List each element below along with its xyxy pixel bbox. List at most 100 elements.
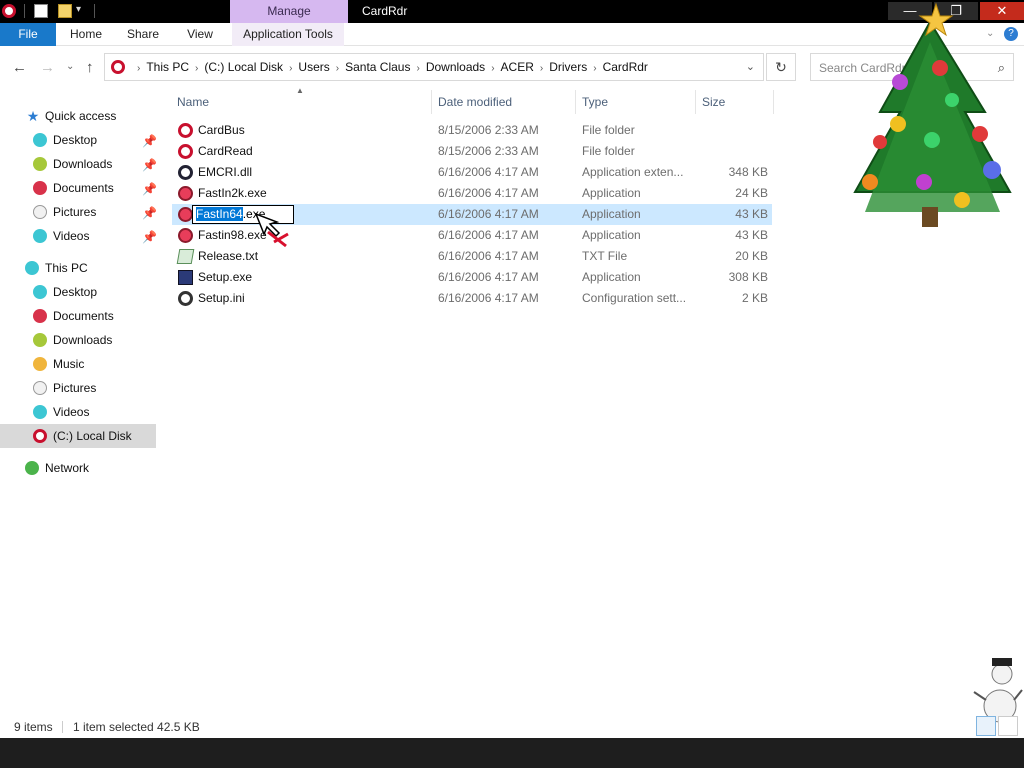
nav-label: Desktop xyxy=(53,133,98,147)
customize-toolbar-chevron-icon[interactable]: ▾ xyxy=(76,4,81,15)
file-type: Application xyxy=(582,270,641,284)
file-row[interactable]: CardBus 8/15/2006 2:33 AM File folder xyxy=(172,120,772,141)
network-ornament-icon xyxy=(25,461,39,475)
tab-view[interactable]: View xyxy=(176,23,224,46)
file-size: 24 KB xyxy=(735,186,768,200)
tab-file[interactable]: File xyxy=(0,23,56,46)
address-dropdown-chevron-icon[interactable]: ⌄ xyxy=(746,60,755,73)
file-name: CardBus xyxy=(198,123,245,137)
breadcrumb-users[interactable]: Users xyxy=(298,60,329,74)
tab-application-tools[interactable]: Application Tools xyxy=(232,23,344,46)
address-bar[interactable]: › This PC › (C:) Local Disk › Users › Santa Cla… xyxy=(104,53,764,81)
breadcrumb-cardrdr[interactable]: CardRdr xyxy=(603,60,648,74)
file-type: File folder xyxy=(582,144,635,158)
app-icon[interactable] xyxy=(2,4,16,18)
christmas-tree-icon xyxy=(853,2,1012,227)
pin-icon[interactable]: 📌 xyxy=(142,182,157,196)
column-divider[interactable] xyxy=(773,90,774,114)
nav-label: Music xyxy=(53,357,85,371)
downloads-ornament-icon xyxy=(33,333,47,347)
folder-ornament-icon xyxy=(178,144,193,159)
nav-label: Downloads xyxy=(53,333,113,347)
nav-label: Pictures xyxy=(53,381,97,395)
desktop-ornament-icon xyxy=(33,133,47,147)
breadcrumb-drivers[interactable]: Drivers xyxy=(549,60,587,74)
column-size[interactable]: Size xyxy=(702,88,725,116)
star-icon: ★ xyxy=(26,108,40,124)
file-name: EMCRI.dll xyxy=(198,165,253,179)
breadcrumb-separator-icon[interactable]: › xyxy=(416,63,419,74)
nav-label: Documents xyxy=(53,181,114,195)
file-type: File folder xyxy=(582,123,635,137)
file-row[interactable]: FastIn2k.exe 6/16/2006 4:17 AM Application… xyxy=(172,183,772,204)
recent-locations-chevron-icon[interactable]: ⌄ xyxy=(66,61,74,72)
column-name[interactable]: Name xyxy=(177,88,209,116)
pin-icon[interactable]: 📌 xyxy=(142,134,157,148)
application-ornament-icon xyxy=(178,228,193,243)
file-name: Setup.ini xyxy=(198,291,245,305)
local-disk-ornament-icon xyxy=(33,429,47,443)
file-date-modified: 6/16/2006 4:17 AM xyxy=(438,186,539,200)
breadcrumb-separator-icon[interactable]: › xyxy=(491,63,494,74)
file-row[interactable]: Setup.exe 6/16/2006 4:17 AM Application 308… xyxy=(172,267,772,288)
back-arrow-icon[interactable]: ← xyxy=(12,59,27,76)
documents-ornament-icon xyxy=(33,181,47,195)
window-title: CardRdr xyxy=(362,4,408,18)
quick-access-divider xyxy=(24,4,25,18)
column-divider[interactable] xyxy=(431,90,432,114)
properties-icon[interactable] xyxy=(34,4,48,18)
breadcrumb-downloads[interactable]: Downloads xyxy=(426,60,485,74)
breadcrumb-separator-icon[interactable]: › xyxy=(593,63,596,74)
file-date-modified: 8/15/2006 2:33 AM xyxy=(438,144,539,158)
breadcrumb-this-pc[interactable]: This PC xyxy=(146,60,189,74)
file-size: 43 KB xyxy=(735,207,768,221)
breadcrumb-separator-icon[interactable]: › xyxy=(195,63,198,74)
breadcrumb-separator-icon[interactable]: › xyxy=(137,63,140,74)
file-date-modified: 6/16/2006 4:17 AM xyxy=(438,249,539,263)
tab-share[interactable]: Share xyxy=(118,23,168,46)
file-date-modified: 6/16/2006 4:17 AM xyxy=(438,270,539,284)
file-date-modified: 6/16/2006 4:17 AM xyxy=(438,165,539,179)
desktop-ornament-icon xyxy=(33,285,47,299)
nav-label: Videos xyxy=(53,229,90,243)
file-date-modified: 6/16/2006 4:17 AM xyxy=(438,207,539,221)
nav-pc-local-disk[interactable]: (C:) Local Disk xyxy=(0,424,156,448)
application-ornament-icon xyxy=(178,186,193,201)
file-type: Application exten... xyxy=(582,165,684,179)
navigation-pane: ★ Quick access Desktop 📌 Downloads 📌 Doc… xyxy=(0,92,160,712)
breadcrumb: › This PC › (C:) Local Disk › Users › Santa Cla… xyxy=(131,54,648,80)
file-row[interactable]: Setup.ini 6/16/2006 4:17 AM Configuration … xyxy=(172,288,772,309)
file-size: 43 KB xyxy=(735,228,768,242)
pin-icon[interactable]: 📌 xyxy=(142,206,157,220)
column-date-modified[interactable]: Date modified xyxy=(438,88,512,116)
breadcrumb-local-disk[interactable]: (C:) Local Disk xyxy=(204,60,283,74)
selection-info: 1 item selected 42.5 KB xyxy=(73,720,200,734)
breadcrumb-separator-icon[interactable]: › xyxy=(289,63,292,74)
pin-icon[interactable]: 📌 xyxy=(142,230,157,244)
pin-icon[interactable]: 📌 xyxy=(142,158,157,172)
file-name: Setup.exe xyxy=(198,270,253,284)
file-row[interactable]: EMCRI.dll 6/16/2006 4:17 AM Application ex… xyxy=(172,162,772,183)
rename-selected-text[interactable]: FastIn64 xyxy=(196,207,243,221)
column-type[interactable]: Type xyxy=(582,88,608,116)
column-divider[interactable] xyxy=(695,90,696,114)
refresh-button[interactable]: ↻ xyxy=(766,53,796,81)
column-divider[interactable] xyxy=(575,90,576,114)
details-view-button[interactable] xyxy=(976,716,996,736)
large-icons-view-button[interactable] xyxy=(998,716,1018,736)
status-divider xyxy=(62,721,63,733)
manage-context-tab[interactable]: Manage xyxy=(230,0,348,23)
file-size: 2 KB xyxy=(741,291,768,305)
videos-ornament-icon xyxy=(33,405,47,419)
file-type: Application xyxy=(582,207,641,221)
breadcrumb-separator-icon[interactable]: › xyxy=(336,63,339,74)
file-name: CardRead xyxy=(198,144,253,158)
breadcrumb-separator-icon[interactable]: › xyxy=(540,63,543,74)
tab-home[interactable]: Home xyxy=(60,23,112,46)
file-row[interactable]: CardRead 8/15/2006 2:33 AM File folder xyxy=(172,141,772,162)
new-folder-icon[interactable] xyxy=(58,4,72,18)
up-arrow-icon[interactable]: ↑ xyxy=(86,59,94,76)
forward-arrow-icon[interactable]: → xyxy=(40,59,55,76)
breadcrumb-acer[interactable]: ACER xyxy=(501,60,534,74)
breadcrumb-santa-claus[interactable]: Santa Claus xyxy=(345,60,410,74)
